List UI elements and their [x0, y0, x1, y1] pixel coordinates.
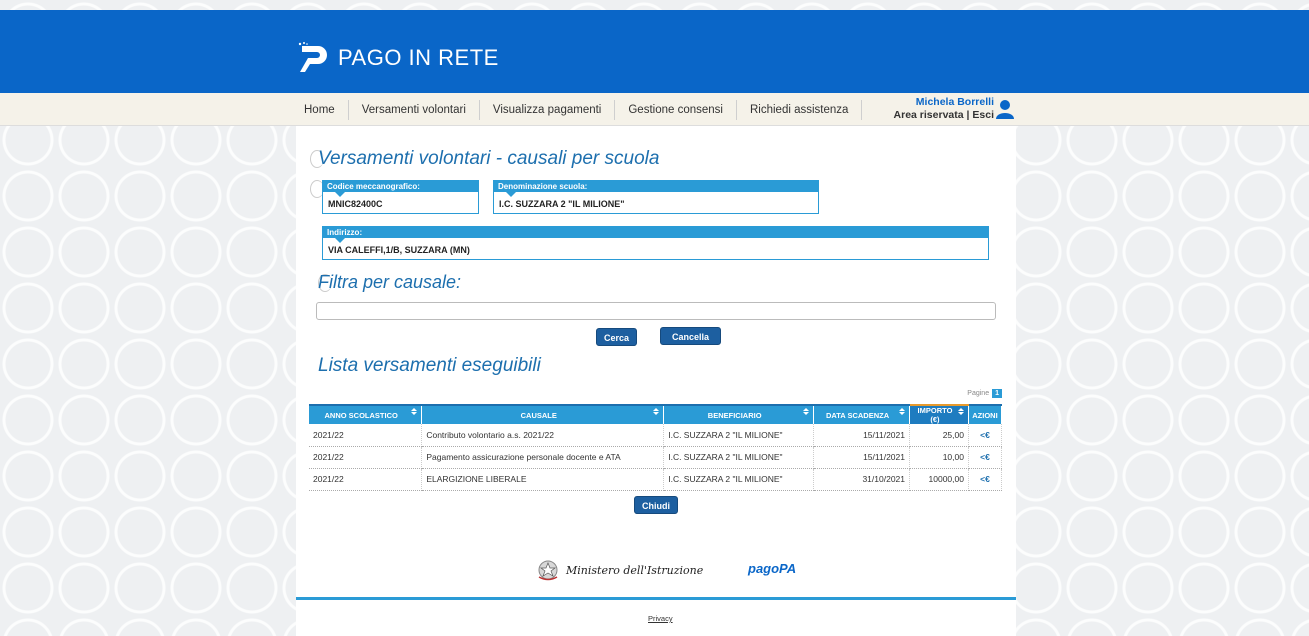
cell-importo: 10,00: [909, 446, 969, 469]
col-anno-scolastico[interactable]: ANNO SCOLASTICO: [309, 404, 423, 424]
table-row: 2021/22 ELARGIZIONE LIBERALE I.C. SUZZAR…: [309, 468, 1003, 491]
pagination: Pagine 1: [967, 389, 1002, 398]
causale-filter-input[interactable]: [316, 302, 996, 320]
app-logo[interactable]: PAGO IN RETE: [296, 38, 499, 78]
pagoinrete-logo-icon: [298, 42, 327, 72]
col-azioni: AZIONI: [968, 404, 1003, 424]
main-content: Versamenti volontari - causali per scuol…: [296, 126, 1016, 636]
area-riservata-link[interactable]: Area riservata: [894, 109, 964, 121]
school-name-field: Denominazione scuola: I.C. SUZZARA 2 "IL…: [493, 180, 819, 214]
footer-divider: [296, 597, 1016, 600]
header-bar: PAGO IN RETE: [0, 10, 1309, 93]
pay-action-icon[interactable]: <€: [968, 446, 1003, 469]
table-row: 2021/22 Pagamento assicurazione personal…: [309, 446, 1003, 469]
col-data-scadenza[interactable]: DATA SCADENZA: [813, 404, 910, 424]
cell-scadenza: 15/11/2021: [813, 446, 910, 469]
ministry-logo[interactable]: Ministero dell'Istruzione: [536, 559, 703, 581]
cell-causale: Contributo volontario a.s. 2021/22: [421, 424, 665, 447]
nav-visualizza-pagamenti[interactable]: Visualizza pagamenti: [480, 99, 616, 120]
col-importo[interactable]: IMPORTO (€): [909, 404, 969, 424]
pay-action-icon[interactable]: <€: [968, 468, 1003, 491]
clear-button[interactable]: Cancella: [660, 327, 721, 345]
nav-richiedi-assistenza[interactable]: Richiedi assistenza: [737, 99, 863, 120]
separator: |: [966, 109, 970, 121]
school-address-label: Indirizzo:: [323, 227, 988, 243]
cell-causale: ELARGIZIONE LIBERALE: [421, 468, 665, 491]
cell-causale: Pagamento assicurazione personale docent…: [421, 446, 665, 469]
ministry-name: Ministero dell'Istruzione: [566, 563, 704, 577]
pagopa-logo[interactable]: pagoPA: [748, 561, 796, 576]
logout-link[interactable]: Esci: [972, 109, 994, 121]
nav-versamenti-volontari[interactable]: Versamenti volontari: [349, 99, 480, 120]
school-name-label: Denominazione scuola:: [494, 181, 818, 197]
payments-table: ANNO SCOLASTICO CAUSALE BENEFICIARIO DAT…: [309, 404, 1003, 491]
school-address-field: Indirizzo: VIA CALEFFI,1/B, SUZZARA (MN): [322, 226, 989, 260]
page-title: Versamenti volontari - causali per scuol…: [318, 148, 660, 169]
pagination-label: Pagine: [967, 390, 990, 397]
pay-action-icon[interactable]: <€: [968, 424, 1003, 447]
nav-gestione-consensi[interactable]: Gestione consensi: [615, 99, 737, 120]
privacy-link[interactable]: Privacy: [648, 614, 673, 623]
school-address-value: VIA CALEFFI,1/B, SUZZARA (MN): [328, 245, 470, 255]
cell-beneficiario: I.C. SUZZARA 2 "IL MILIONE": [663, 424, 815, 447]
school-code-label: Codice meccanografico:: [323, 181, 478, 197]
cell-anno: 2021/22: [309, 424, 423, 447]
cell-anno: 2021/22: [309, 446, 423, 469]
page-number-1[interactable]: 1: [992, 389, 1002, 398]
list-title: Lista versamenti eseguibili: [318, 355, 541, 376]
user-icon[interactable]: [996, 99, 1014, 119]
cell-importo: 10000,00: [909, 468, 969, 491]
table-row: 2021/22 Contributo volontario a.s. 2021/…: [309, 424, 1003, 447]
cell-scadenza: 15/11/2021: [813, 424, 910, 447]
filter-title: Filtra per causale:: [318, 272, 462, 292]
cell-importo: 25,00: [909, 424, 969, 447]
italy-emblem-icon: [538, 560, 558, 581]
school-code-field: Codice meccanografico: MNIC82400C: [322, 180, 479, 214]
col-beneficiario[interactable]: BENEFICIARIO: [663, 404, 815, 424]
user-name: Michela Borrelli: [915, 96, 994, 108]
school-name-value: I.C. SUZZARA 2 "IL MILIONE": [499, 199, 625, 209]
cell-beneficiario: I.C. SUZZARA 2 "IL MILIONE": [663, 446, 815, 469]
app-title: PAGO IN RETE: [338, 45, 499, 70]
search-button[interactable]: Cerca: [596, 328, 637, 346]
cell-beneficiario: I.C. SUZZARA 2 "IL MILIONE": [663, 468, 815, 491]
cell-scadenza: 31/10/2021: [813, 468, 910, 491]
nav-home[interactable]: Home: [296, 99, 349, 120]
table-header-row: ANNO SCOLASTICO CAUSALE BENEFICIARIO DAT…: [309, 404, 1003, 424]
col-causale[interactable]: CAUSALE: [421, 404, 665, 424]
cell-anno: 2021/22: [309, 468, 423, 491]
user-box: Michela Borrelli Area riservata | Esci: [894, 96, 994, 121]
school-code-value: MNIC82400C: [328, 199, 383, 209]
close-button[interactable]: Chiudi: [634, 496, 678, 514]
main-nav: Home Versamenti volontari Visualizza pag…: [0, 93, 1309, 126]
